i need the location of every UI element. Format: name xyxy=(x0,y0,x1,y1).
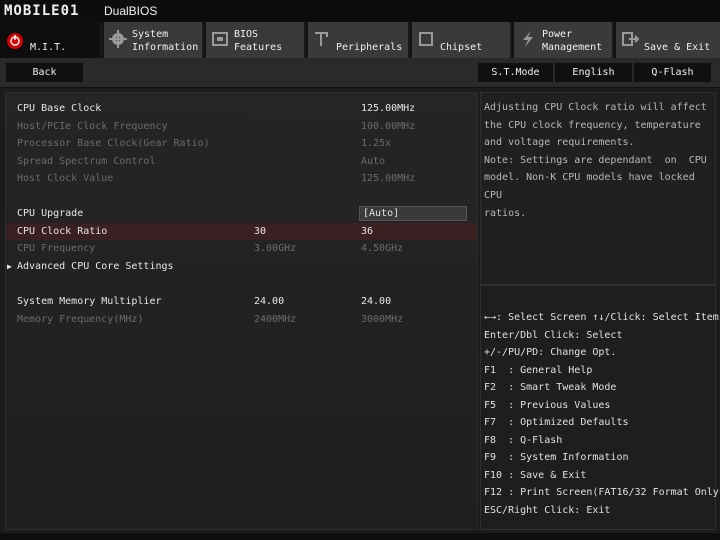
setting-value: 3000MHz xyxy=(361,314,404,325)
cpu-upgrade-dropdown[interactable]: [Auto] xyxy=(359,206,467,221)
bottom-bar xyxy=(0,533,720,540)
setting-label: CPU Upgrade xyxy=(17,208,84,219)
dualbios-label: DualBIOS xyxy=(104,4,158,18)
bios-chip-icon xyxy=(212,32,228,46)
setting-row: Host Clock Value 125.00MHz xyxy=(6,170,477,187)
key-hint: F5 : Previous Values xyxy=(484,400,611,411)
setting-row: Processor Base Clock(Gear Ratio) 1.25x xyxy=(6,135,477,152)
tab-power-management[interactable]: Power Management xyxy=(514,22,614,58)
setting-label: Memory Frequency(MHz) xyxy=(17,314,144,325)
chipset-icon xyxy=(419,32,433,46)
setting-label: System Memory Multiplier xyxy=(17,296,162,307)
setting-row-selected[interactable]: CPU Clock Ratio 30 36 xyxy=(6,223,477,240)
tab-mit[interactable]: M.I.T. xyxy=(0,22,102,58)
tab-system-information[interactable]: System Information xyxy=(104,22,204,58)
setting-value: 125.00MHz xyxy=(361,103,416,114)
key-hint: F10 : Save & Exit xyxy=(484,470,587,481)
setting-row[interactable]: CPU Upgrade [Auto] xyxy=(6,205,477,222)
brand-logo: MOBILE01 xyxy=(4,3,80,19)
exit-icon xyxy=(622,32,640,46)
setting-label: CPU Clock Ratio xyxy=(17,226,108,237)
tab-label: M.I.T. xyxy=(30,42,67,53)
setting-row[interactable]: CPU Base Clock 125.00MHz xyxy=(6,100,477,117)
submenu-arrow-icon: ▶ xyxy=(7,262,12,271)
setting-row: Spread Spectrum Control Auto xyxy=(6,153,477,170)
help-line: the CPU clock frequency, temperature xyxy=(484,119,701,131)
setting-label: CPU Base Clock xyxy=(17,103,102,114)
brand-bar: MOBILE01 DualBIOS xyxy=(0,0,720,22)
power-icon xyxy=(523,31,533,47)
help-line: ratios. xyxy=(484,207,527,219)
tab-save-exit[interactable]: Save & Exit xyxy=(616,22,720,58)
language-button[interactable]: English xyxy=(555,63,632,82)
setting-label: Processor Base Clock(Gear Ratio) xyxy=(17,138,210,149)
key-hint: F7 : Optimized Defaults xyxy=(484,417,629,428)
cpu-clock-ratio-input[interactable]: 36 xyxy=(361,223,373,240)
help-text: Adjusting CPU Clock ratio will affect th… xyxy=(484,99,712,222)
setting-label: Host/PCIe Clock Frequency xyxy=(17,121,168,132)
setting-label: Spread Spectrum Control xyxy=(17,156,156,167)
key-hint: F8 : Q-Flash xyxy=(484,435,563,446)
toolbar: Back S.T.Mode English Q-Flash xyxy=(0,58,720,88)
key-hint: ←→: Select Screen ↑↓/Click: Select Item xyxy=(484,312,719,323)
help-line: Adjusting CPU Clock ratio will affect xyxy=(484,102,707,113)
power-circle-icon xyxy=(7,33,23,49)
q-flash-button[interactable]: Q-Flash xyxy=(634,63,711,82)
key-legend-panel: ←→: Select Screen ↑↓/Click: Select Item … xyxy=(480,285,720,530)
setting-current-value: 30 xyxy=(254,226,267,237)
key-hint: F1 : General Help xyxy=(484,365,593,376)
key-hint: F9 : System Information xyxy=(484,452,629,463)
st-mode-button[interactable]: S.T.Mode xyxy=(478,63,553,82)
tab-label: Save & Exit xyxy=(644,42,711,53)
help-line: model. Non-K CPU models have locked CPU xyxy=(484,172,695,201)
key-hint: +/-/PU/PD: Change Opt. xyxy=(484,347,617,358)
setting-row: CPU Frequency 3.00GHz 4.50GHz xyxy=(6,240,477,257)
help-line: and voltage requirements. xyxy=(484,137,635,149)
setting-value: 1.25x xyxy=(361,138,392,149)
help-line: Note: Settings are dependant on CPU xyxy=(484,154,707,166)
help-panel: Adjusting CPU Clock ratio will affect th… xyxy=(480,92,716,285)
peripherals-icon xyxy=(315,32,328,46)
gear-icon xyxy=(109,30,127,48)
key-hint: ESC/Right Click: Exit xyxy=(484,505,611,516)
setting-row[interactable]: System Memory Multiplier 24.00 24.00 xyxy=(6,293,477,310)
setting-label: Advanced CPU Core Settings xyxy=(17,261,174,272)
tab-peripherals[interactable]: Peripherals xyxy=(308,22,410,58)
setting-value: 24.00 xyxy=(361,296,392,307)
tab-chipset[interactable]: Chipset xyxy=(412,22,512,58)
setting-label: Host Clock Value xyxy=(17,173,114,184)
key-hint: F12 : Print Screen(FAT16/32 Format Only) xyxy=(484,487,720,498)
setting-row: Memory Frequency(MHz) 2400MHz 3000MHz xyxy=(6,311,477,328)
setting-label: CPU Frequency xyxy=(17,243,96,254)
key-hint: Enter/Dbl Click: Select xyxy=(484,330,623,341)
setting-value: 4.50GHz xyxy=(361,243,404,254)
key-hint: F2 : Smart Tweak Mode xyxy=(484,382,617,393)
setting-current-value: 24.00 xyxy=(254,296,285,307)
submenu-advanced-cpu-core[interactable]: ▶ Advanced CPU Core Settings xyxy=(6,258,477,275)
tab-label: Chipset xyxy=(440,42,483,53)
tab-label: Peripherals xyxy=(336,42,403,53)
settings-panel: CPU Base Clock 125.00MHz Host/PCIe Clock… xyxy=(5,92,478,530)
tab-bar: M.I.T. System Information BIOS Features … xyxy=(0,22,720,58)
tab-label: Power Management xyxy=(542,29,603,53)
back-button[interactable]: Back xyxy=(6,63,83,82)
tab-label: System Information xyxy=(132,29,199,53)
setting-current-value: 3.00GHz xyxy=(254,243,297,254)
tab-bios-features[interactable]: BIOS Features xyxy=(206,22,306,58)
setting-current-value: 2400MHz xyxy=(254,314,297,325)
tab-label: BIOS Features xyxy=(234,29,283,53)
setting-value: 100.00MHz xyxy=(361,121,416,132)
setting-row: Host/PCIe Clock Frequency 100.00MHz xyxy=(6,118,477,135)
setting-value: 125.00MHz xyxy=(361,173,416,184)
setting-value: Auto xyxy=(361,156,386,167)
